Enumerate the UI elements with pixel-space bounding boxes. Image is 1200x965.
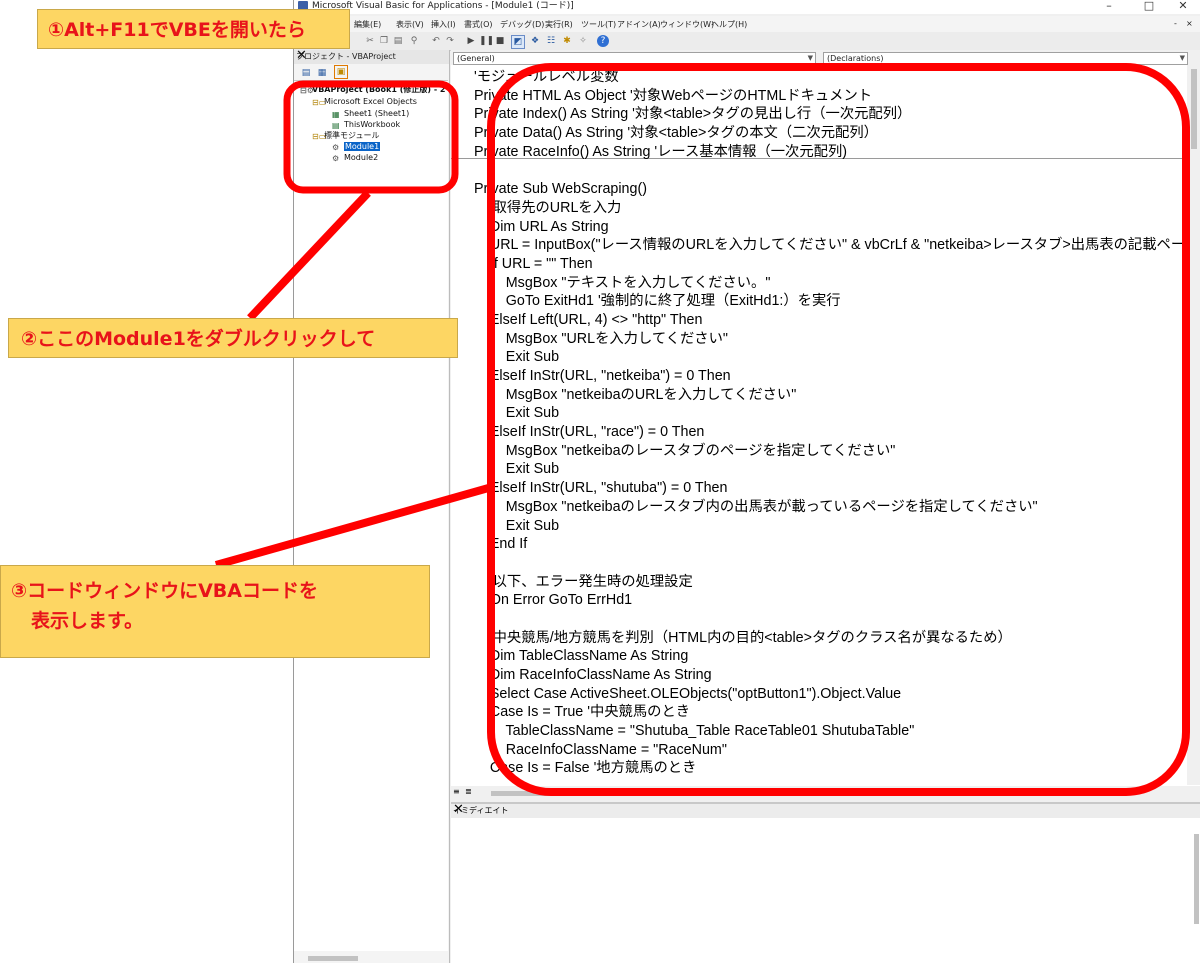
module-pointer-line xyxy=(247,190,371,321)
code-highlight-box xyxy=(487,63,1190,796)
callout-step2: ②ここのModule1をダブルクリックして xyxy=(8,318,458,358)
module-highlight-box xyxy=(283,80,459,194)
code-pointer-line xyxy=(214,483,494,569)
callout-step3-line2: 表示します。 xyxy=(31,610,144,632)
callout-step1: ①Alt+F11でVBEを開いたら xyxy=(37,9,350,49)
callout-step3-line1: ③コードウィンドウにVBAコードを xyxy=(11,580,318,602)
annotation-overlay xyxy=(214,63,1190,796)
callout-step3: ③コードウィンドウにVBAコードを 表示します。 xyxy=(0,565,430,658)
